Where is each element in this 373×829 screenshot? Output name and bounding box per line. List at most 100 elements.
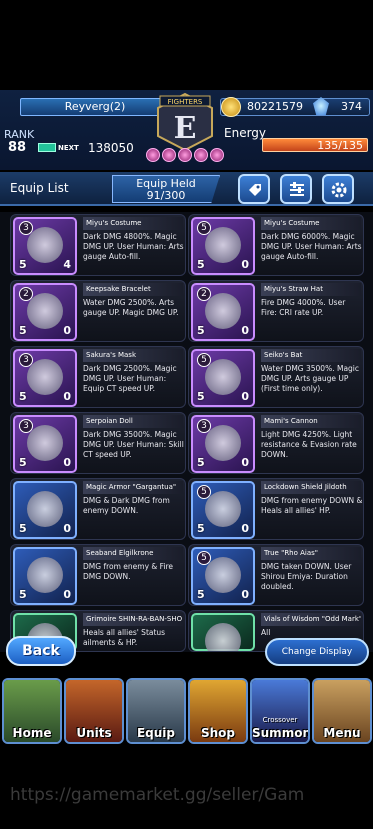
page-title: Equip List — [10, 181, 69, 195]
equip-card[interactable]: 2 5 0 Keepsake Bracelet Water DMG 2500%. A… — [10, 280, 186, 342]
change-display-button[interactable]: Change Display — [265, 638, 369, 666]
rarity-stars: 5 — [197, 258, 205, 271]
sliders-icon — [290, 182, 304, 196]
crossover-label: Crossover — [262, 716, 298, 724]
rarity-stars: 5 — [19, 522, 27, 535]
nav-home[interactable]: Home — [2, 678, 62, 744]
nav-equip[interactable]: Equip — [126, 678, 186, 744]
equip-effect: Dark DMG 6000%. Magic DMG UP. User Human… — [261, 232, 362, 261]
equip-effect: Heals all allies' Status ailments & HP. — [83, 628, 166, 647]
copy-count: 0 — [241, 258, 249, 271]
copy-count: 0 — [63, 390, 71, 403]
limit-break-badge: 3 — [19, 353, 33, 367]
logo-text: FIGHTERS — [168, 98, 203, 106]
equip-name: Lockdown Shield Jildoth — [261, 481, 361, 494]
nav-summon[interactable]: Crossover Summon — [250, 678, 310, 744]
limit-break-badge: 2 — [197, 287, 211, 301]
tag-icon — [249, 184, 261, 196]
limit-break-badge: 5 — [197, 221, 211, 235]
copy-count: 0 — [63, 522, 71, 535]
next-value: 138050 — [88, 141, 134, 155]
costume-icon — [27, 227, 63, 263]
cannon-icon — [205, 425, 241, 461]
equip-card[interactable]: 3 5 0 Serpoian Doll Dark DMG 3500%. Magic … — [10, 412, 186, 474]
equip-card[interactable]: 5 5 0 Lockdown Shield Jildoth DMG from ene… — [188, 478, 364, 540]
sort-button[interactable] — [280, 174, 312, 204]
rarity-stars: 5 — [19, 258, 27, 271]
settings-button[interactable] — [322, 174, 354, 204]
next-label: NEXT — [58, 144, 79, 152]
gem-icon — [313, 97, 329, 115]
costume-icon — [205, 227, 241, 263]
equip-card[interactable]: 50 Seaband Elgilkrone DMG from enemy & F… — [10, 544, 186, 606]
rarity-stars: 5 — [19, 324, 27, 337]
nav-units-label: Units — [76, 726, 112, 740]
back-button[interactable]: Back — [6, 636, 76, 666]
copy-count: 0 — [63, 456, 71, 469]
player-name[interactable]: Reyverg(2) — [20, 98, 170, 116]
equip-name: Seaband Elgilkrone — [83, 547, 183, 560]
equip-thumbnail: 2 5 0 — [191, 283, 255, 341]
equip-card[interactable]: 3 5 4 Miyu's Costume Dark DMG 4800%. Magic… — [10, 214, 186, 276]
orb-icon — [210, 148, 224, 162]
game-logo: FIGHTERS E — [157, 92, 213, 152]
equip-thumbnail: 3 5 0 — [191, 415, 255, 473]
equip-effect: DMG from enemy & Fire DMG DOWN. — [83, 562, 174, 581]
orb-row — [146, 148, 224, 162]
equip-grid: 3 5 4 Miyu's Costume Dark DMG 4800%. Magic… — [0, 212, 373, 652]
equip-card[interactable]: 3 5 0 Mami's Cannon Light DMG 4250%. Light… — [188, 412, 364, 474]
equip-card[interactable]: 5 5 0 True "Rho Aias" DMG taken DOWN. User… — [188, 544, 364, 606]
watermark-url: https://gamemarket.gg/seller/Gam — [10, 785, 305, 805]
nav-menu[interactable]: Menu — [312, 678, 372, 744]
copy-count: 0 — [241, 522, 249, 535]
svg-text:E: E — [174, 111, 197, 146]
equip-card[interactable]: 2 5 0 Miyu's Straw Hat Fire DMG 4000%. Use… — [188, 280, 364, 342]
bracelet-icon — [27, 293, 63, 329]
bottom-nav: Home Units Equip Shop Crossover Summon M… — [0, 676, 373, 746]
orb-icon — [162, 148, 176, 162]
equip-held-value: 91/300 — [146, 189, 186, 202]
equip-name: True "Rho Aias" — [261, 547, 361, 560]
equip-thumbnail: 2 5 0 — [13, 283, 77, 341]
equip-thumbnail: 5 5 0 — [191, 547, 255, 605]
equip-name: Seiko's Bat — [261, 349, 361, 362]
equip-thumbnail: 3 5 0 — [13, 349, 77, 407]
shield-icon — [205, 491, 241, 527]
equip-name: Keepsake Bracelet — [83, 283, 183, 296]
equip-list-toolbar: Equip List Equip Held 91/300 — [0, 172, 373, 206]
top-status-bar: Reyverg(2) FIGHTERS E 80221579 374 RANK … — [0, 90, 373, 170]
equip-name: Sakura's Mask — [83, 349, 183, 362]
nav-summon-label: Summon — [252, 726, 310, 740]
equip-effect: Light DMG 4250%. Light resistance & Evas… — [261, 430, 357, 459]
copy-count: 0 — [241, 588, 249, 601]
limit-break-badge: 5 — [197, 485, 211, 499]
equip-card[interactable]: 5 5 0 Seiko's Bat Water DMG 3500%. Magic D… — [188, 346, 364, 408]
copy-count: 0 — [241, 390, 249, 403]
nav-shop-label: Shop — [200, 726, 236, 740]
equip-thumbnail: 3 5 4 — [13, 217, 77, 275]
equip-effect: Dark DMG 2500%. Magic DMG UP. User Human… — [83, 364, 177, 393]
equip-name: Miyu's Costume — [261, 217, 361, 230]
equip-effect: DMG & Dark DMG from enemy DOWN. — [83, 496, 170, 515]
nav-shop[interactable]: Shop — [188, 678, 248, 744]
mask-icon — [27, 359, 63, 395]
doll-icon — [27, 425, 63, 461]
equip-card[interactable]: 3 5 0 Sakura's Mask Dark DMG 2500%. Magic … — [10, 346, 186, 408]
equip-name: Grimoire SHIN-RA-BAN-SHO — [83, 613, 183, 626]
equip-thumbnail: 50 — [13, 547, 77, 605]
equip-name: Serpoian Doll — [83, 415, 183, 428]
equip-effect: Dark DMG 4800%. Magic DMG UP. User Human… — [83, 232, 184, 261]
equip-thumbnail: 5 5 0 — [191, 481, 255, 539]
equip-name: Mami's Cannon — [261, 415, 361, 428]
tag-filter-button[interactable] — [238, 174, 270, 204]
equip-held-counter: Equip Held 91/300 — [112, 175, 220, 203]
equip-card[interactable]: 50 Magic Armor "Gargantua" DMG & Dark DM… — [10, 478, 186, 540]
nav-units[interactable]: Units — [64, 678, 124, 744]
rarity-stars: 5 — [19, 456, 27, 469]
orb-icon — [178, 148, 192, 162]
equip-card[interactable]: 5 5 0 Miyu's Costume Dark DMG 6000%. Magic… — [188, 214, 364, 276]
gil-coin-icon — [221, 97, 241, 117]
equip-name: Miyu's Costume — [83, 217, 183, 230]
energy-bar: 135/135 — [262, 138, 368, 152]
xp-bar — [38, 143, 56, 152]
